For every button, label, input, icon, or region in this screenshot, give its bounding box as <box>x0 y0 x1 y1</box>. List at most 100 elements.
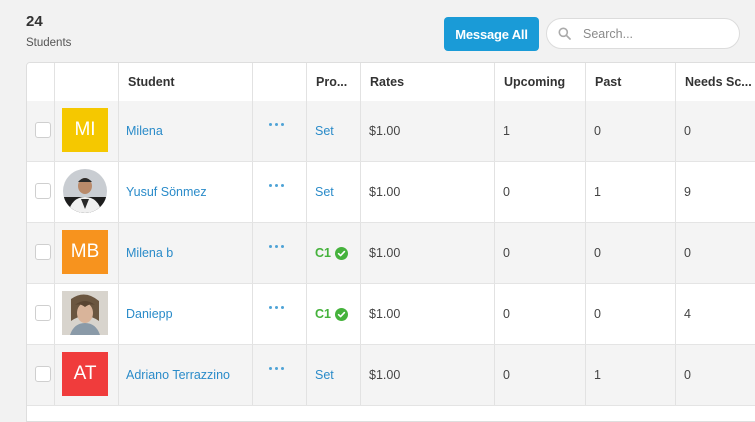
program-cell: C1 <box>307 223 361 283</box>
avatar[interactable]: MI <box>62 108 108 152</box>
search-box[interactable] <box>546 18 740 49</box>
past-cell: 1 <box>586 345 676 405</box>
select-cell <box>27 101 55 161</box>
program-cell: Set <box>307 345 361 405</box>
row-checkbox[interactable] <box>35 305 51 321</box>
table-row[interactable]: Daniepp C1 $1.00 0 0 4 <box>27 284 755 345</box>
avatar-initials: AT <box>73 363 97 384</box>
upcoming-value: 0 <box>503 368 510 382</box>
search-input[interactable] <box>581 25 725 42</box>
avatar[interactable] <box>62 291 108 335</box>
past-value: 1 <box>594 185 601 199</box>
avatar[interactable]: AT <box>62 352 108 396</box>
upcoming-cell: 0 <box>495 284 586 344</box>
actions-cell <box>253 345 307 405</box>
program-label: Set <box>315 185 334 199</box>
avatar-cell <box>55 162 119 222</box>
table-row[interactable]: MB Milena b C1 $1.00 0 0 0 <box>27 223 755 284</box>
header-needs-scheduling[interactable]: Needs Sc... <box>676 63 755 101</box>
actions-cell <box>253 162 307 222</box>
program-cell: Set <box>307 101 361 161</box>
row-checkbox[interactable] <box>35 122 51 138</box>
student-name-link[interactable]: Milena <box>126 101 163 161</box>
program-link[interactable]: C1 <box>315 223 348 283</box>
program-link[interactable]: Set <box>315 345 334 405</box>
needs-scheduling-cell: 9 <box>676 162 755 222</box>
more-options-icon[interactable] <box>269 367 284 370</box>
past-cell: 1 <box>586 162 676 222</box>
program-link[interactable]: C1 <box>315 284 348 344</box>
student-count: 24 <box>26 13 43 30</box>
students-table: Student Pro... Rates Upcoming Past Needs… <box>26 62 755 422</box>
program-link[interactable]: Set <box>315 101 334 161</box>
table-row[interactable]: MI Milena Set $1.00 1 0 0 <box>27 101 755 162</box>
rate-value: $1.00 <box>369 307 401 321</box>
avatar-cell: MB <box>55 223 119 283</box>
student-name-link[interactable]: Milena b <box>126 223 173 283</box>
avatar-cell: AT <box>55 345 119 405</box>
select-cell <box>27 162 55 222</box>
upcoming-value: 0 <box>503 185 510 199</box>
actions-cell <box>253 284 307 344</box>
message-all-button[interactable]: Message All <box>444 17 539 51</box>
more-options-icon[interactable] <box>269 123 284 126</box>
student-name-link[interactable]: Yusuf Sönmez <box>126 162 207 222</box>
select-cell <box>27 223 55 283</box>
student-cell: Adriano Terrazzino <box>119 345 253 405</box>
needs-scheduling-cell: 4 <box>676 284 755 344</box>
past-cell: 0 <box>586 101 676 161</box>
rate-cell: $1.00 <box>361 223 495 283</box>
needs-scheduling-value: 0 <box>684 124 691 138</box>
program-cell: C1 <box>307 284 361 344</box>
upcoming-cell: 1 <box>495 101 586 161</box>
upcoming-cell: 0 <box>495 345 586 405</box>
upcoming-value: 1 <box>503 124 510 138</box>
student-cell: Milena b <box>119 223 253 283</box>
avatar[interactable]: MB <box>62 230 108 274</box>
row-checkbox[interactable] <box>35 366 51 382</box>
row-checkbox[interactable] <box>35 244 51 260</box>
actions-cell <box>253 223 307 283</box>
upcoming-value: 0 <box>503 246 510 260</box>
rate-value: $1.00 <box>369 185 401 199</box>
header-student[interactable]: Student <box>119 63 253 101</box>
avatar-cell: MI <box>55 101 119 161</box>
needs-scheduling-value: 0 <box>684 368 691 382</box>
needs-scheduling-value: 0 <box>684 246 691 260</box>
rate-value: $1.00 <box>369 368 401 382</box>
row-checkbox[interactable] <box>35 183 51 199</box>
table-row[interactable]: Yusuf Sönmez Set $1.00 0 1 9 <box>27 162 755 223</box>
avatar-cell <box>55 284 119 344</box>
program-link[interactable]: Set <box>315 162 334 222</box>
header-avatar <box>55 63 119 101</box>
needs-scheduling-cell: 0 <box>676 223 755 283</box>
student-name-link[interactable]: Adriano Terrazzino <box>126 345 230 405</box>
student-name-link[interactable]: Daniepp <box>126 284 173 344</box>
header-upcoming[interactable]: Upcoming <box>495 63 586 101</box>
search-icon <box>558 27 571 40</box>
select-cell <box>27 284 55 344</box>
rate-value: $1.00 <box>369 124 401 138</box>
header-select <box>27 63 55 101</box>
rate-cell: $1.00 <box>361 162 495 222</box>
student-cell: Yusuf Sönmez <box>119 162 253 222</box>
header-rates[interactable]: Rates <box>361 63 495 101</box>
actions-cell <box>253 101 307 161</box>
check-circle-icon <box>334 246 348 260</box>
past-value: 1 <box>594 368 601 382</box>
header-past[interactable]: Past <box>586 63 676 101</box>
table-row[interactable]: AT Adriano Terrazzino Set $1.00 0 1 0 <box>27 345 755 406</box>
more-options-icon[interactable] <box>269 184 284 187</box>
select-cell <box>27 345 55 405</box>
upcoming-value: 0 <box>503 307 510 321</box>
more-options-icon[interactable] <box>269 245 284 248</box>
needs-scheduling-value: 4 <box>684 307 691 321</box>
avatar[interactable] <box>62 169 108 213</box>
header-program[interactable]: Pro... <box>307 63 361 101</box>
needs-scheduling-cell: 0 <box>676 101 755 161</box>
rate-cell: $1.00 <box>361 284 495 344</box>
program-label: C1 <box>315 246 331 260</box>
more-options-icon[interactable] <box>269 306 284 309</box>
program-cell: Set <box>307 162 361 222</box>
student-cell: Daniepp <box>119 284 253 344</box>
